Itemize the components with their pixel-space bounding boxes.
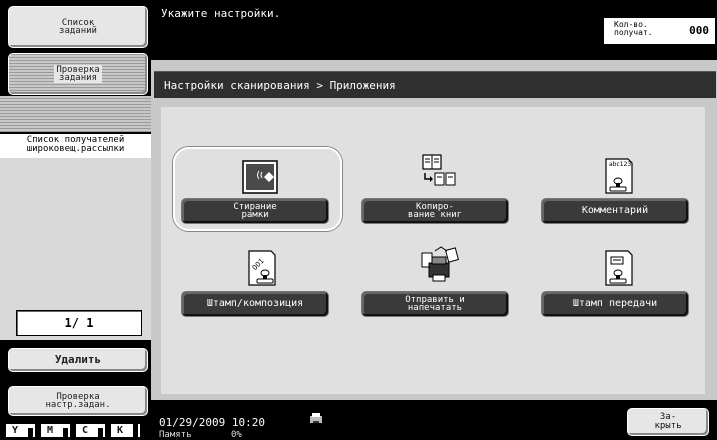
stamp-composition-icon: 001 (248, 250, 276, 286)
quantity-box: Кол-во. получат. 000 (602, 16, 717, 46)
recipient-list-label: Список получателей широковещ.рассылки (0, 134, 151, 158)
quantity-label: Кол-во. получат. (614, 20, 653, 37)
toner-c: C (76, 424, 105, 437)
toner-m-label: M (47, 425, 54, 436)
send-and-print-button[interactable]: Отправить и напечатать (361, 291, 509, 317)
stamp-composition-button[interactable]: Штамп/композиция (181, 291, 329, 317)
footer: 01/29/2009 10:20 Память 0% За- крыть (151, 400, 717, 440)
toner-k: K (111, 424, 140, 437)
annotation-icon: abc123 (605, 158, 633, 194)
header: Укажите настройки. Кол-во. получат. 000 (151, 0, 717, 60)
memory-status: Память 0% (159, 430, 242, 440)
toner-m: M (41, 424, 70, 437)
check-jobs-button[interactable]: Проверка задания (8, 53, 148, 95)
send-and-print-icon (421, 246, 459, 282)
transmission-stamp-icon (605, 250, 633, 286)
breadcrumb: Настройки сканирования > Приложения (154, 71, 716, 98)
annotation-button[interactable]: Комментарий (541, 198, 689, 224)
sidebar-hatch (0, 96, 151, 132)
close-button[interactable]: За- крыть (627, 408, 709, 436)
book-copy-button[interactable]: Копиро- вание книг (361, 198, 509, 224)
frame-erase-button[interactable]: Стирание рамки (181, 198, 329, 224)
check-settings-button[interactable]: Проверка настр.задан. (8, 386, 148, 416)
page-counter: 1/ 1 (16, 310, 142, 336)
left-sidebar: Список заданий Проверка задания Список п… (0, 0, 151, 437)
main-panel: Настройки сканирования > Приложения Стир… (151, 60, 717, 400)
toner-c-label: C (82, 425, 89, 436)
check-jobs-label: Проверка задания (54, 65, 102, 83)
functions-area: Стирание рамки Копиро- вание книг abc123… (161, 107, 705, 394)
memory-value: 0% (230, 430, 242, 440)
delete-button[interactable]: Удалить (8, 348, 148, 372)
annotation-icon-text: abc123 (609, 161, 631, 168)
instruction-message: Укажите настройки. (161, 7, 281, 20)
toner-k-label: K (117, 425, 124, 436)
memory-label: Память (159, 430, 192, 440)
transmission-stamp-button[interactable]: Штамп передачи (541, 291, 689, 317)
quantity-value: 000 (689, 24, 709, 37)
book-copy-icon (422, 154, 456, 186)
job-list-button[interactable]: Список заданий (8, 6, 148, 48)
frame-erase-icon (242, 160, 278, 194)
toner-y-label: Y (12, 425, 19, 436)
datetime: 01/29/2009 10:20 (159, 416, 265, 429)
toner-y: Y (6, 424, 35, 437)
machine-status-icon (310, 413, 322, 423)
